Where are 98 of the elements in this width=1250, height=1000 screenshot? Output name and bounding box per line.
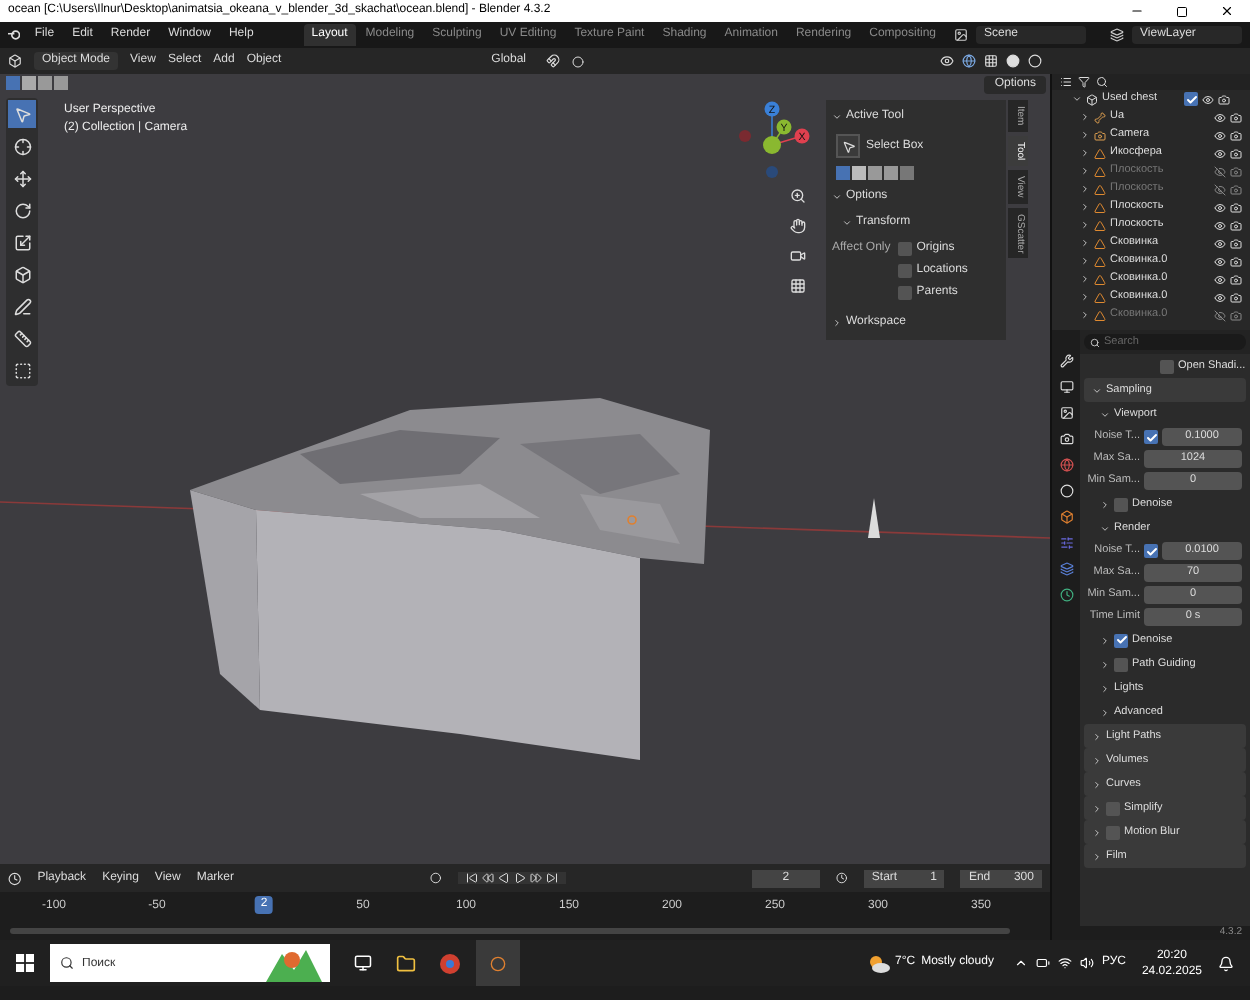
- chevron-right-icon[interactable]: [1100, 635, 1110, 645]
- minimize-icon[interactable]: [1130, 4, 1144, 18]
- search-icon: [60, 956, 74, 970]
- chevron-right-icon[interactable]: [1092, 731, 1102, 741]
- checkbox[interactable]: [1114, 657, 1128, 671]
- stopwatch-icon[interactable]: [836, 872, 848, 884]
- camera-icon: [1094, 129, 1106, 141]
- visibility-icon[interactable]: [940, 54, 954, 68]
- view-layer-icon[interactable]: [1110, 28, 1124, 42]
- bone-icon: [1094, 111, 1106, 123]
- chevron-right-icon[interactable]: [1092, 827, 1102, 837]
- chevron-down-icon[interactable]: [832, 192, 842, 202]
- close-icon[interactable]: [1220, 4, 1234, 18]
- previous-keyframe-icon[interactable]: [481, 872, 494, 884]
- notification-icon[interactable]: [1218, 955, 1234, 971]
- checkbox[interactable]: [1114, 497, 1128, 511]
- blender-taskbar-icon[interactable]: [476, 940, 520, 986]
- eye-closed-icon[interactable]: [1214, 183, 1226, 195]
- editor-type-icon[interactable]: [8, 54, 22, 68]
- render-icon[interactable]: [1230, 309, 1242, 321]
- tool-icon[interactable]: [836, 134, 860, 158]
- chevron-down-icon[interactable]: [1100, 523, 1110, 533]
- chevron-up-icon[interactable]: [1013, 956, 1028, 970]
- maximize-icon[interactable]: [1176, 5, 1188, 17]
- browser-icon[interactable]: [440, 953, 460, 973]
- search-icon: [1090, 337, 1100, 347]
- eye-icon[interactable]: [1214, 201, 1226, 213]
- eye-closed-icon[interactable]: [1214, 309, 1226, 321]
- eye-icon[interactable]: [1214, 273, 1226, 285]
- eye-closed-icon[interactable]: [1214, 165, 1226, 177]
- jump-end-icon[interactable]: [545, 872, 558, 884]
- weather-icon: [867, 953, 890, 973]
- editor-type-icon[interactable]: [8, 871, 22, 885]
- filter-icon[interactable]: [1078, 76, 1090, 88]
- chevron-right-icon[interactable]: [1100, 683, 1110, 693]
- search-highlight-icon: [262, 946, 322, 982]
- collection-icon: [1086, 93, 1098, 105]
- hand-icon[interactable]: [786, 214, 808, 236]
- checkbox[interactable]: [1106, 825, 1120, 839]
- eye-icon[interactable]: [1214, 129, 1226, 141]
- play-reverse-icon[interactable]: [497, 872, 510, 884]
- eye-icon[interactable]: [1202, 93, 1214, 105]
- checkbox[interactable]: [898, 264, 913, 278]
- chevron-down-icon[interactable]: [842, 218, 852, 228]
- chevron-right-icon[interactable]: [1092, 851, 1102, 861]
- display-mode-icon[interactable]: [1060, 76, 1072, 88]
- play-icon[interactable]: [513, 872, 526, 884]
- chevron-right-icon[interactable]: [1092, 779, 1102, 789]
- search-icon[interactable]: [1096, 76, 1108, 88]
- windows-logo-icon[interactable]: [16, 954, 34, 972]
- file-explorer-icon[interactable]: [396, 953, 416, 973]
- shading-solid-icon[interactable]: [1006, 54, 1020, 68]
- render-icon[interactable]: [1230, 165, 1242, 177]
- eye-icon[interactable]: [1214, 111, 1226, 123]
- chevron-down-icon[interactable]: [1100, 409, 1110, 419]
- properties-tab-icon[interactable]: [1059, 588, 1073, 602]
- select-tool-icon[interactable]: [8, 100, 36, 128]
- checkbox[interactable]: [1144, 544, 1158, 558]
- eye-icon[interactable]: [1214, 147, 1226, 159]
- checkbox[interactable]: [1184, 92, 1198, 106]
- chevron-right-icon[interactable]: [832, 318, 842, 328]
- task-view-icon[interactable]: [354, 954, 372, 972]
- chevron-right-icon[interactable]: [1100, 707, 1110, 717]
- properties-tab-icon[interactable]: [1059, 510, 1073, 524]
- light-cone-icon: [868, 498, 880, 538]
- chevron-down-icon[interactable]: [832, 112, 842, 122]
- chevron-down-icon[interactable]: [1072, 94, 1082, 104]
- render-icon[interactable]: [1230, 183, 1242, 195]
- checkbox[interactable]: [898, 286, 913, 300]
- network-icon[interactable]: [1057, 956, 1072, 970]
- eye-icon[interactable]: [1214, 291, 1226, 303]
- keyframe-icon[interactable]: [430, 872, 442, 884]
- checkbox[interactable]: [898, 242, 913, 256]
- xray-icon[interactable]: [984, 54, 998, 68]
- battery-icon[interactable]: [1035, 956, 1050, 970]
- checkbox[interactable]: [1106, 801, 1120, 815]
- grid-view-icon[interactable]: [786, 274, 808, 296]
- eye-icon[interactable]: [1214, 219, 1226, 231]
- eye-icon[interactable]: [1214, 237, 1226, 249]
- volume-icon[interactable]: [1079, 956, 1094, 970]
- checkbox[interactable]: [1144, 430, 1158, 444]
- checkbox[interactable]: [1114, 633, 1128, 647]
- chevron-right-icon[interactable]: [1100, 499, 1110, 509]
- zoom-icon[interactable]: [786, 184, 808, 206]
- overlay-icon[interactable]: [962, 54, 976, 68]
- blender-logo-icon[interactable]: [8, 28, 21, 42]
- eye-icon[interactable]: [1214, 255, 1226, 267]
- jump-start-icon[interactable]: [465, 872, 478, 884]
- origin-marker-icon: [627, 515, 637, 525]
- chevron-right-icon[interactable]: [1100, 659, 1110, 669]
- chevron-right-icon[interactable]: [1092, 803, 1102, 813]
- shading-material-icon[interactable]: [1028, 54, 1042, 68]
- checkbox[interactable]: [1160, 359, 1174, 373]
- chevron-right-icon[interactable]: [1092, 755, 1102, 765]
- snap-icon[interactable]: [546, 54, 560, 68]
- scene-icon[interactable]: [954, 28, 968, 42]
- next-keyframe-icon[interactable]: [529, 872, 542, 884]
- chevron-down-icon[interactable]: [1092, 385, 1102, 395]
